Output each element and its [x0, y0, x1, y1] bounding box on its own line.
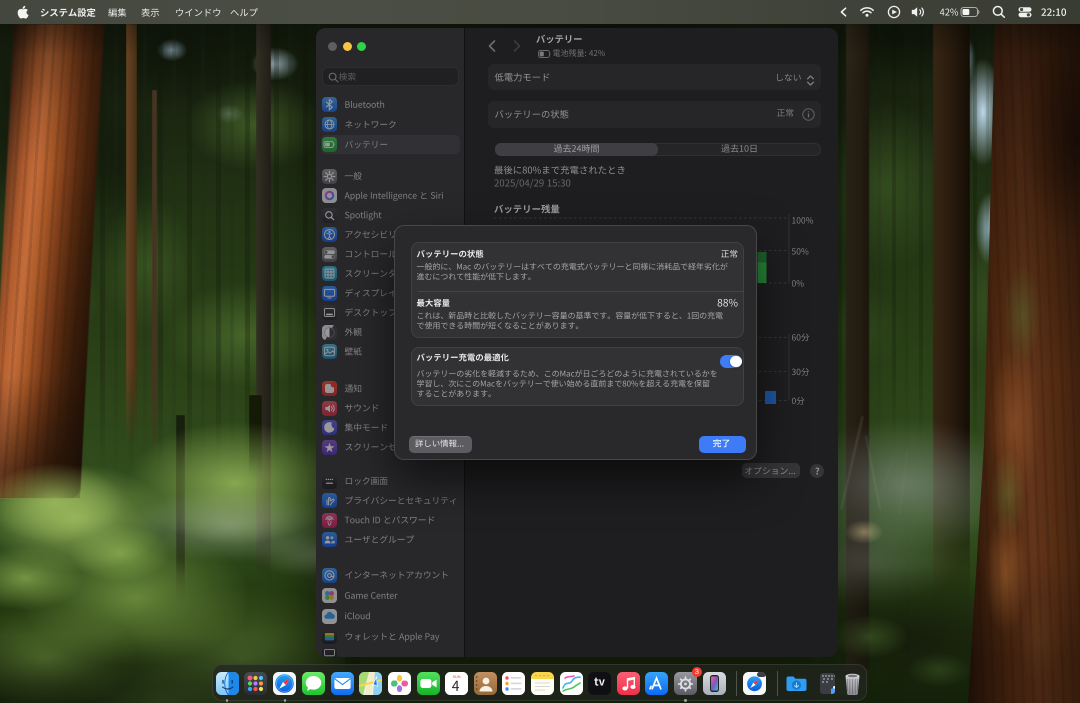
svg-text:SUN: SUN: [453, 675, 461, 679]
